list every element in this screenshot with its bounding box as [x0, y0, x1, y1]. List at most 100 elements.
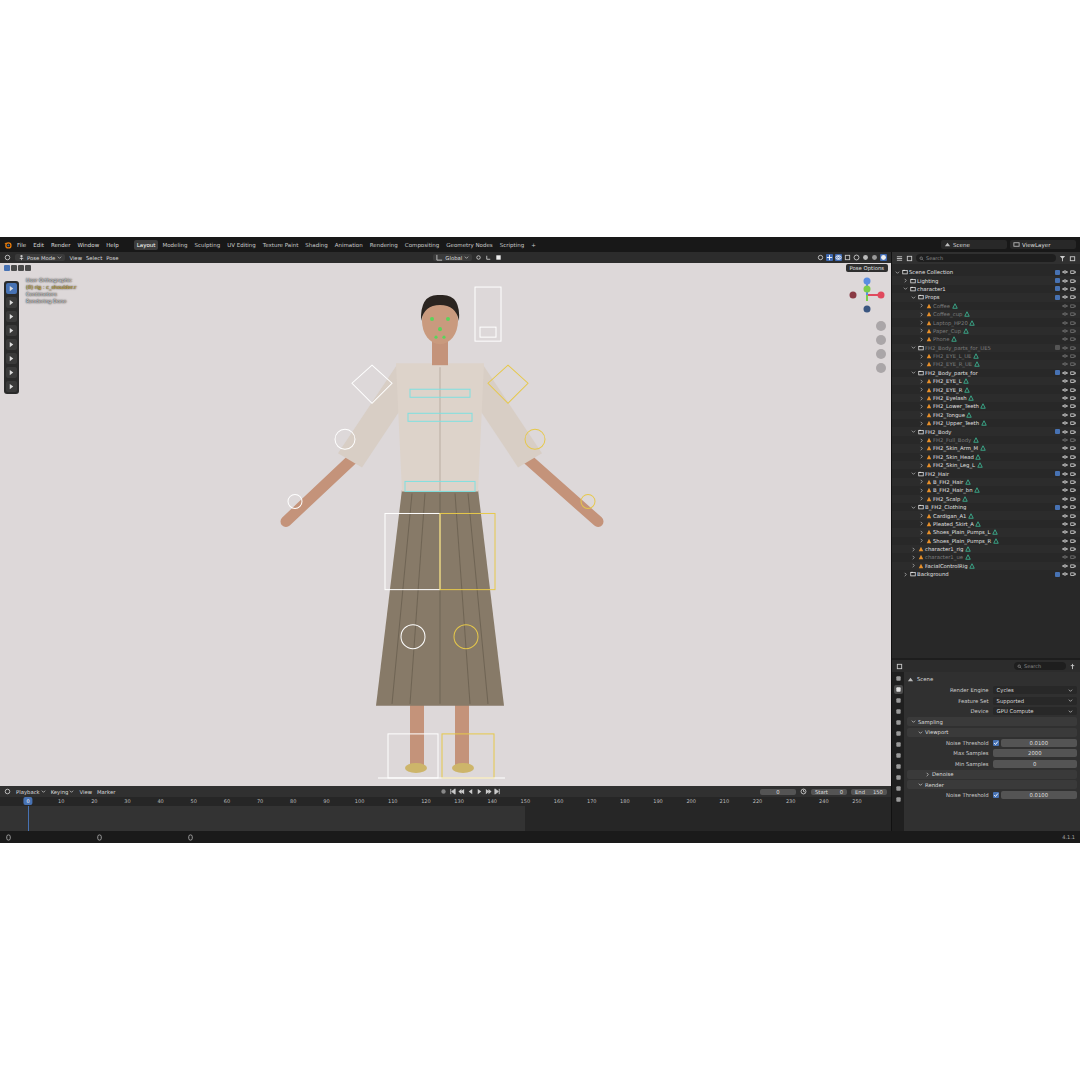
- property-value-text[interactable]: Cycles: [997, 687, 1014, 693]
- camera-icon[interactable]: [1070, 546, 1076, 552]
- exclude-checkbox[interactable]: [1055, 370, 1060, 375]
- select-mode-button[interactable]: [4, 265, 10, 271]
- panel-title[interactable]: Sampling: [918, 719, 943, 725]
- eye-icon[interactable]: [1062, 445, 1068, 451]
- expand-arrow-icon[interactable]: [911, 555, 916, 560]
- camera-icon[interactable]: [1070, 303, 1076, 309]
- outliner-row[interactable]: Paper_Cup: [892, 327, 1080, 335]
- workspace-tab[interactable]: Sculpting: [191, 240, 223, 250]
- expand-arrow-icon[interactable]: [919, 354, 924, 359]
- camera-icon[interactable]: [1070, 403, 1076, 409]
- tool-button[interactable]: [6, 367, 17, 378]
- mode-label[interactable]: Pose Mode: [27, 255, 55, 261]
- exclude-checkbox[interactable]: [1055, 572, 1060, 577]
- display-mode-icon[interactable]: [906, 255, 913, 262]
- play-icon[interactable]: [476, 788, 483, 795]
- clock-icon[interactable]: [800, 788, 807, 795]
- camera-icon[interactable]: [1070, 269, 1076, 275]
- blender-logo-icon[interactable]: [4, 241, 12, 249]
- eye-icon[interactable]: [1062, 521, 1068, 527]
- outliner-row[interactable]: FH2_Body_parts_for_UE5: [892, 344, 1080, 352]
- mode-dropdown[interactable]: Pose Mode: [15, 254, 65, 261]
- workspace-tab[interactable]: Rendering: [367, 240, 401, 250]
- expand-arrow-icon[interactable]: [919, 454, 924, 459]
- gizmo-toggle-icon[interactable]: [826, 254, 833, 261]
- viewport-menu[interactable]: Pose: [106, 255, 118, 261]
- outliner-row[interactable]: FH2_Upper_Teeth: [892, 419, 1080, 427]
- expand-arrow-icon[interactable]: [918, 730, 923, 735]
- panel-header[interactable]: Sampling: [907, 717, 1077, 726]
- row-label[interactable]: FH2_Body: [925, 429, 951, 435]
- row-label[interactable]: Background: [917, 571, 949, 577]
- panel-header[interactable]: Denoise: [907, 770, 1077, 779]
- start-frame-field[interactable]: Start0: [811, 789, 847, 795]
- select-mode-button[interactable]: [25, 265, 31, 271]
- properties-tab[interactable]: [894, 707, 903, 716]
- tool-button[interactable]: [6, 339, 17, 350]
- proportional-icon[interactable]: [495, 254, 502, 261]
- expand-arrow-icon[interactable]: [911, 295, 916, 300]
- row-label[interactable]: FH2_Body_parts_for_UE5: [925, 345, 991, 351]
- camera-icon[interactable]: [1070, 479, 1076, 485]
- workspace-tab[interactable]: Geometry Nodes: [443, 240, 495, 250]
- expand-arrow-icon[interactable]: [925, 772, 930, 777]
- overlay-toggle-icon[interactable]: [835, 254, 842, 261]
- outliner-row[interactable]: FH2_Full_Body: [892, 436, 1080, 444]
- pin-icon[interactable]: [1069, 663, 1076, 670]
- outliner-row[interactable]: FH2_Hair: [892, 469, 1080, 477]
- axis-gizmo-icon[interactable]: [847, 275, 887, 315]
- character-figure[interactable]: [0, 263, 891, 786]
- expand-arrow-icon[interactable]: [903, 286, 908, 291]
- outliner-row[interactable]: Cardigan_A1: [892, 511, 1080, 519]
- row-label[interactable]: character1_rig: [925, 546, 963, 552]
- row-label[interactable]: FH2_Hair: [925, 471, 949, 477]
- outliner-row[interactable]: B_FH2_Clothing: [892, 503, 1080, 511]
- eye-icon[interactable]: [1062, 403, 1068, 409]
- eye-icon[interactable]: [1062, 278, 1068, 284]
- camera-icon[interactable]: [1070, 412, 1076, 418]
- expand-arrow-icon[interactable]: [919, 387, 924, 392]
- camera-icon[interactable]: [1070, 554, 1076, 560]
- property-value-text[interactable]: Supported: [997, 698, 1025, 704]
- property-value-text[interactable]: 0.0100: [1030, 792, 1049, 798]
- camera-icon[interactable]: [1070, 445, 1076, 451]
- properties-tab[interactable]: [894, 784, 903, 793]
- workspace-tab[interactable]: Scripting: [497, 240, 527, 250]
- camera-icon[interactable]: [1070, 504, 1076, 510]
- row-label[interactable]: Props: [925, 294, 940, 300]
- property-value[interactable]: 2000: [993, 749, 1077, 757]
- outliner-row[interactable]: Lighting: [892, 276, 1080, 284]
- outliner-row[interactable]: Shoes_Plain_Pumps_R: [892, 537, 1080, 545]
- expand-arrow-icon[interactable]: [919, 479, 924, 484]
- camera-icon[interactable]: [1070, 345, 1076, 351]
- row-label[interactable]: B_FH2_Clothing: [925, 504, 966, 510]
- eye-icon[interactable]: [1062, 420, 1068, 426]
- camera-icon[interactable]: [1070, 521, 1076, 527]
- outliner-row[interactable]: character1: [892, 285, 1080, 293]
- camera-icon[interactable]: [1070, 513, 1076, 519]
- expand-arrow-icon[interactable]: [911, 370, 916, 375]
- eye-icon[interactable]: [1062, 538, 1068, 544]
- expand-arrow-icon[interactable]: [919, 421, 924, 426]
- row-label[interactable]: FH2_EYE_L_UE: [933, 353, 971, 359]
- select-mode-button[interactable]: [11, 265, 17, 271]
- camera-icon[interactable]: [1070, 278, 1076, 284]
- eye-icon[interactable]: [1062, 471, 1068, 477]
- eye-icon[interactable]: [1062, 294, 1068, 300]
- workspace-tab[interactable]: Shading: [302, 240, 330, 250]
- property-checkbox[interactable]: [993, 740, 999, 746]
- eye-icon[interactable]: [1062, 504, 1068, 510]
- workspace-tab[interactable]: Animation: [332, 240, 366, 250]
- select-mode-button[interactable]: [18, 265, 24, 271]
- menu-item[interactable]: File: [15, 242, 28, 248]
- eye-icon[interactable]: [1062, 353, 1068, 359]
- record-icon[interactable]: [440, 788, 447, 795]
- camera-view-button[interactable]: [876, 349, 886, 359]
- expand-arrow-icon[interactable]: [919, 303, 924, 308]
- viewport-menu[interactable]: View: [69, 255, 82, 261]
- frame-ruler[interactable]: 0102030405060708090100110120130140150160…: [0, 797, 891, 806]
- eye-icon[interactable]: [1062, 320, 1068, 326]
- camera-icon[interactable]: [1070, 538, 1076, 544]
- property-value[interactable]: Supported: [993, 697, 1077, 705]
- property-value[interactable]: 0.0100: [1001, 739, 1077, 747]
